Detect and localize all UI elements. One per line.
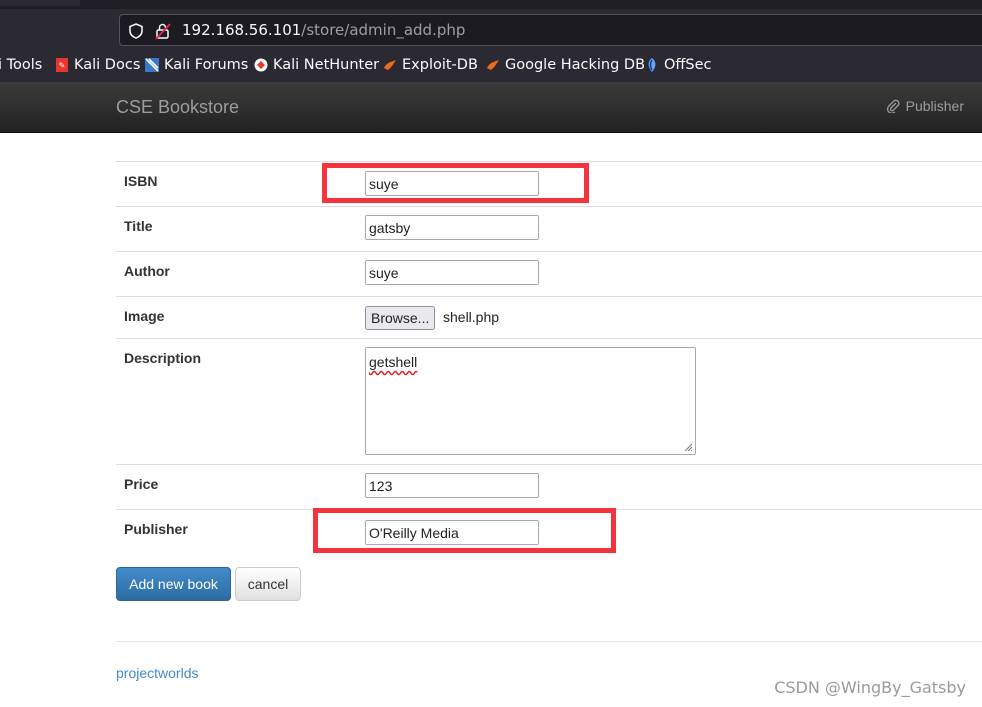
bookmark-kali-nethunter[interactable]: Kali NetHunter (254, 55, 379, 75)
nav-publisher-label: Publisher (905, 98, 964, 114)
bookmark-label: Kali Forums (164, 57, 249, 73)
browse-button[interactable]: Browse... (365, 306, 436, 330)
exploit-db-icon (383, 58, 397, 72)
title-row: Title (116, 206, 982, 252)
url-text[interactable]: 192.168.56.101/store/admin_add.php (182, 22, 465, 39)
paperclip-icon (886, 99, 900, 113)
bookmark-kali-docs[interactable]: ✎ Kali Docs (55, 55, 140, 75)
kali-forums-icon (145, 58, 159, 72)
author-label: Author (116, 251, 365, 297)
browser-tab-strip (0, 0, 982, 9)
image-row: Image Browse... shell.php (116, 296, 982, 339)
nav-publisher-link[interactable]: Publisher (886, 98, 964, 114)
bookmark-exploit-db[interactable]: Exploit-DB (383, 55, 478, 75)
shield-icon[interactable] (129, 23, 143, 44)
cancel-button[interactable]: cancel (235, 567, 301, 601)
bookmark-label: Kali Docs (74, 57, 141, 73)
offsec-icon (645, 58, 659, 72)
title-label: Title (116, 206, 365, 252)
kali-nethunter-icon (254, 58, 268, 72)
browser-toolbar: 192.168.56.101/store/admin_add.php (0, 9, 982, 49)
site-navbar: CSE Bookstore Publisher (0, 82, 982, 133)
add-new-book-button[interactable]: Add new book (116, 567, 231, 601)
author-row: Author (116, 251, 982, 297)
description-row: Description getshell (116, 338, 982, 465)
bookmark-kali-forums[interactable]: Kali Forums (145, 55, 248, 75)
bookmark-label: OffSec (664, 57, 712, 73)
site-brand[interactable]: CSE Bookstore (116, 97, 239, 118)
footer-link-projectworlds[interactable]: projectworlds (116, 665, 198, 681)
bookmark-label: Kali NetHunter (273, 57, 380, 73)
author-input[interactable] (365, 260, 539, 285)
bookmark-label: i Tools (0, 57, 43, 73)
description-text: getshell (369, 354, 418, 370)
title-input[interactable] (365, 215, 539, 240)
add-book-form: ISBN Title Author Image Browse... shell.… (116, 161, 982, 554)
url-path: /store/admin_add.php (301, 21, 466, 39)
google-hacking-db-icon (486, 58, 500, 72)
image-label: Image (116, 296, 365, 339)
kali-docs-icon: ✎ (55, 58, 69, 72)
url-bar[interactable]: 192.168.56.101/store/admin_add.php (119, 14, 982, 46)
price-input[interactable] (365, 473, 539, 498)
bookmark-label: Google Hacking DB (505, 57, 646, 73)
price-row: Price (116, 464, 982, 510)
bookmark-google-hacking-db[interactable]: Google Hacking DB (486, 55, 645, 75)
footer-divider (116, 641, 982, 642)
bookmark-label: Exploit-DB (402, 57, 478, 73)
annotation-box-publisher (313, 508, 616, 553)
resize-grip-icon[interactable] (684, 443, 693, 452)
svg-text:✎: ✎ (59, 61, 66, 70)
description-label: Description (116, 338, 365, 465)
selected-file-name: shell.php (443, 309, 500, 325)
description-textarea[interactable]: getshell (365, 347, 696, 455)
csdn-watermark: CSDN @WingBy_Gatsby (774, 678, 966, 697)
active-tab[interactable] (0, 0, 80, 6)
bookmark-kali-tools[interactable]: i Tools (0, 55, 42, 75)
price-label: Price (116, 464, 365, 510)
url-host: 192.168.56.101 (182, 21, 302, 39)
bookmarks-toolbar: i Tools ✎ Kali Docs Kali Forums Kali Net… (0, 49, 982, 82)
bookmark-offsec[interactable]: OffSec (645, 55, 712, 75)
insecure-lock-icon[interactable] (155, 22, 171, 45)
annotation-box-isbn (322, 163, 589, 203)
